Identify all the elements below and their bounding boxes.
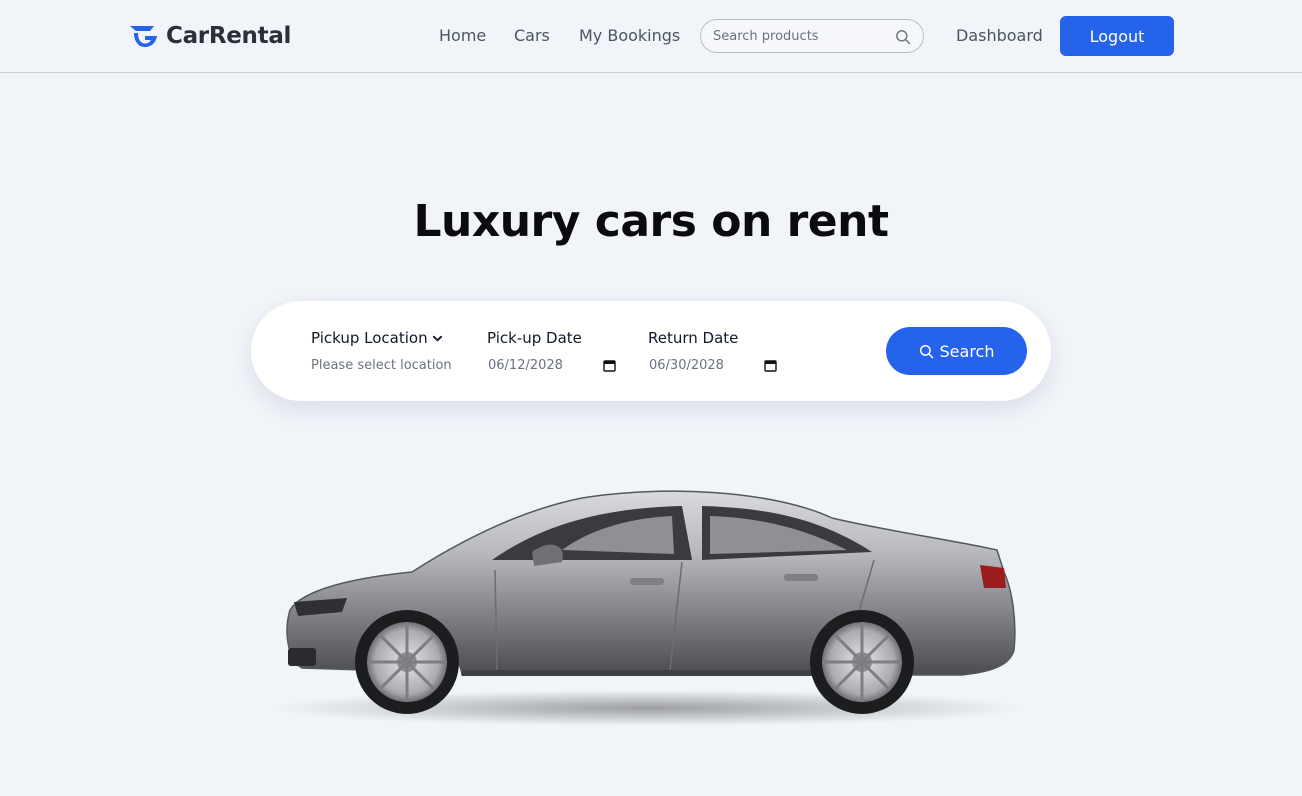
nav-link-cars[interactable]: Cars: [514, 26, 550, 45]
chevron-down-icon: [432, 335, 442, 341]
search-icon: [919, 344, 933, 358]
pickup-date-label: Pick-up Date: [487, 329, 582, 347]
search-button-label: Search: [939, 341, 995, 361]
logout-button[interactable]: Logout: [1060, 16, 1174, 56]
booking-search-form: Pickup Location Please select location P…: [251, 301, 1051, 401]
pickup-date-input[interactable]: 06/12/2028: [488, 358, 616, 373]
pickup-date-value: 06/12/2028: [488, 358, 563, 373]
pickup-location-select[interactable]: Pickup Location: [311, 329, 443, 347]
brand-logo[interactable]: CarRental: [128, 22, 291, 50]
pickup-location-label: Pickup Location: [311, 329, 428, 347]
brand-name: CarRental: [166, 23, 292, 49]
nav-link-my-bookings[interactable]: My Bookings: [579, 26, 680, 45]
page-title: Luxury cars on rent: [413, 196, 889, 247]
return-date-label: Return Date: [648, 329, 739, 347]
return-date-input[interactable]: 06/30/2028: [649, 358, 777, 373]
search-button[interactable]: Search: [886, 327, 1027, 375]
pickup-location-placeholder[interactable]: Please select location: [311, 358, 452, 373]
search-input[interactable]: [713, 27, 888, 45]
navbar: CarRental Home Cars My Bookings Dashboar…: [0, 0, 1302, 73]
nav-link-home[interactable]: Home: [439, 26, 486, 45]
nav-search: [700, 19, 924, 53]
nav-link-dashboard[interactable]: Dashboard: [956, 26, 1043, 45]
car-image: [267, 490, 1027, 726]
return-date-value: 06/30/2028: [649, 358, 724, 373]
car-rental-logo-icon: [130, 26, 157, 47]
calendar-icon[interactable]: [603, 359, 616, 372]
calendar-icon[interactable]: [764, 359, 777, 372]
search-icon[interactable]: [895, 29, 911, 45]
